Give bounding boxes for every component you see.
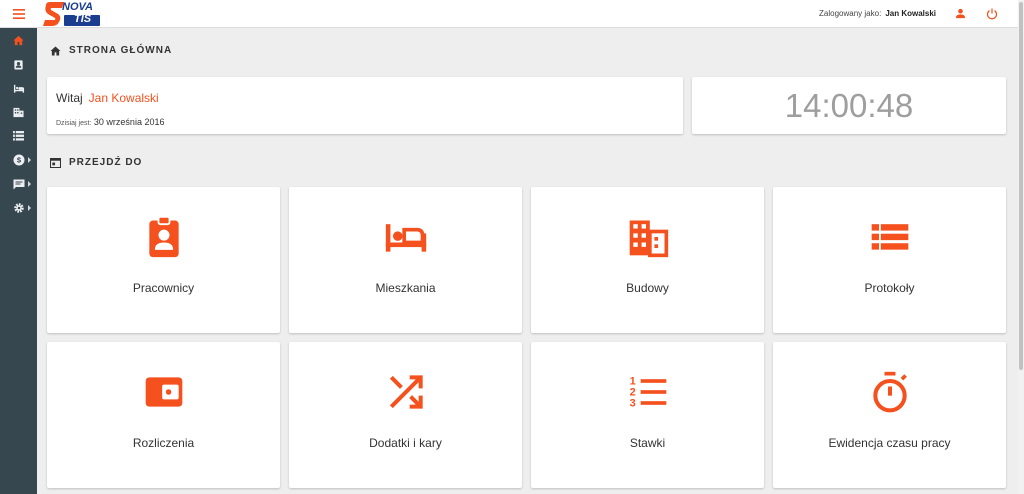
logo-text-bottom-wrap: TIS (74, 14, 91, 25)
list-icon (871, 224, 908, 250)
tile-mieszkania[interactable]: Mieszkania (289, 187, 522, 333)
today-label: Dzisiaj jest: (56, 120, 92, 127)
tile-label: Protokoły (864, 281, 915, 295)
tile-label: Budowy (626, 281, 669, 295)
tile-label: Rozliczenia (132, 436, 195, 450)
bed-icon (385, 224, 426, 252)
building-icon (13, 107, 24, 117)
user-icon (955, 8, 965, 19)
sidebar-item-protokoly[interactable] (0, 124, 37, 148)
tile-label: Mieszkania (375, 281, 436, 295)
tile-label: Ewidencja czasu pracy (828, 436, 951, 450)
top-bar: NOVA TIS Zalogowany jako: Jan Kowalski (0, 0, 1018, 28)
timer-icon (872, 371, 907, 413)
page-scrollbar[interactable] (1018, 0, 1024, 494)
home-section-title: STRONA GŁÓWNA (50, 45, 172, 56)
sidebar-item-rozliczenia-menu[interactable]: $ (0, 148, 37, 172)
shuffle-icon (389, 375, 423, 409)
home-icon (50, 45, 61, 56)
submenu-caret-icon (28, 157, 31, 163)
sidebar-item-home[interactable] (0, 28, 37, 52)
goto-section-title: PRZEJDŹ DO (50, 157, 142, 168)
submenu-caret-icon (28, 181, 31, 187)
tile-label: Stawki (629, 436, 666, 450)
tile-pracownicy[interactable]: Pracownicy (47, 187, 280, 333)
scrollbar-thumb[interactable] (1019, 2, 1023, 370)
page-title: STRONA GŁÓWNA (69, 45, 173, 56)
sidebar: $ (0, 28, 37, 494)
dollar-icon: $ (13, 154, 24, 166)
menu-toggle-button[interactable] (0, 0, 38, 28)
tile-ewidencja-czasu-pracy[interactable]: Ewidencja czasu pracy (773, 342, 1006, 488)
home-icon (13, 35, 24, 45)
sidebar-item-settings-menu[interactable] (0, 196, 37, 220)
user-profile-button[interactable] (952, 6, 968, 22)
tile-dodatki-i-kary[interactable]: Dodatki i kary (289, 342, 522, 488)
submenu-caret-icon (28, 205, 31, 211)
building-icon (629, 220, 668, 258)
clock-display: 14:00:48 (784, 86, 914, 124)
wallet-icon (145, 377, 182, 407)
logout-button[interactable] (984, 6, 1000, 22)
greeting-text: Witaj (56, 91, 83, 105)
user-area: Zalogowany jako: Jan Kowalski (819, 6, 1018, 22)
sidebar-item-messages-menu[interactable] (0, 172, 37, 196)
badge-icon (148, 215, 179, 258)
welcome-user-name: Jan Kowalski (88, 91, 159, 105)
logo-text-top: NOVA (62, 1, 93, 13)
power-icon (986, 8, 998, 19)
tile-protokoly[interactable]: Protokoły (773, 187, 1006, 333)
badge-icon (14, 59, 23, 70)
hamburger-icon (13, 8, 25, 19)
sidebar-item-mieszkania[interactable] (0, 76, 37, 100)
gear-icon (13, 203, 24, 213)
list-icon (13, 131, 24, 141)
tile-budowy[interactable]: Budowy (531, 187, 764, 333)
calendar-icon (50, 157, 61, 168)
tile-rozliczenia[interactable]: Rozliczenia (47, 342, 280, 488)
goto-title: PRZEJDŹ DO (69, 157, 143, 168)
tile-stawki[interactable]: 1 2 3 Stawki (531, 342, 764, 488)
clock-card: 14:00:48 (692, 77, 1006, 134)
date-line: Dzisiaj jest: 30 września 2016 (56, 117, 164, 127)
logged-in-label: Zalogowany jako: (819, 9, 882, 18)
tile-label: Pracownicy (132, 281, 195, 295)
logged-in-user-name: Jan Kowalski (885, 9, 936, 18)
logo-text: NOVA (62, 2, 93, 13)
tile-label: Dodatki i kary (369, 436, 442, 450)
sidebar-item-budowy[interactable] (0, 100, 37, 124)
numbered-list-icon: 1 2 3 (629, 376, 666, 410)
main-content: STRONA GŁÓWNA Witaj Jan Kowalski Dzisiaj … (37, 28, 1018, 494)
today-date: 30 września 2016 (93, 117, 165, 127)
logo-text-bottom: TIS (74, 13, 92, 25)
welcome-line: Witaj Jan Kowalski (56, 91, 159, 105)
bed-icon (13, 84, 24, 93)
svg-text:3: 3 (629, 398, 635, 410)
logo[interactable]: NOVA TIS (42, 0, 102, 28)
message-icon (13, 179, 24, 189)
welcome-card: Witaj Jan Kowalski Dzisiaj jest: 30 wrześ… (47, 77, 683, 134)
sidebar-item-pracownicy[interactable] (0, 52, 37, 76)
